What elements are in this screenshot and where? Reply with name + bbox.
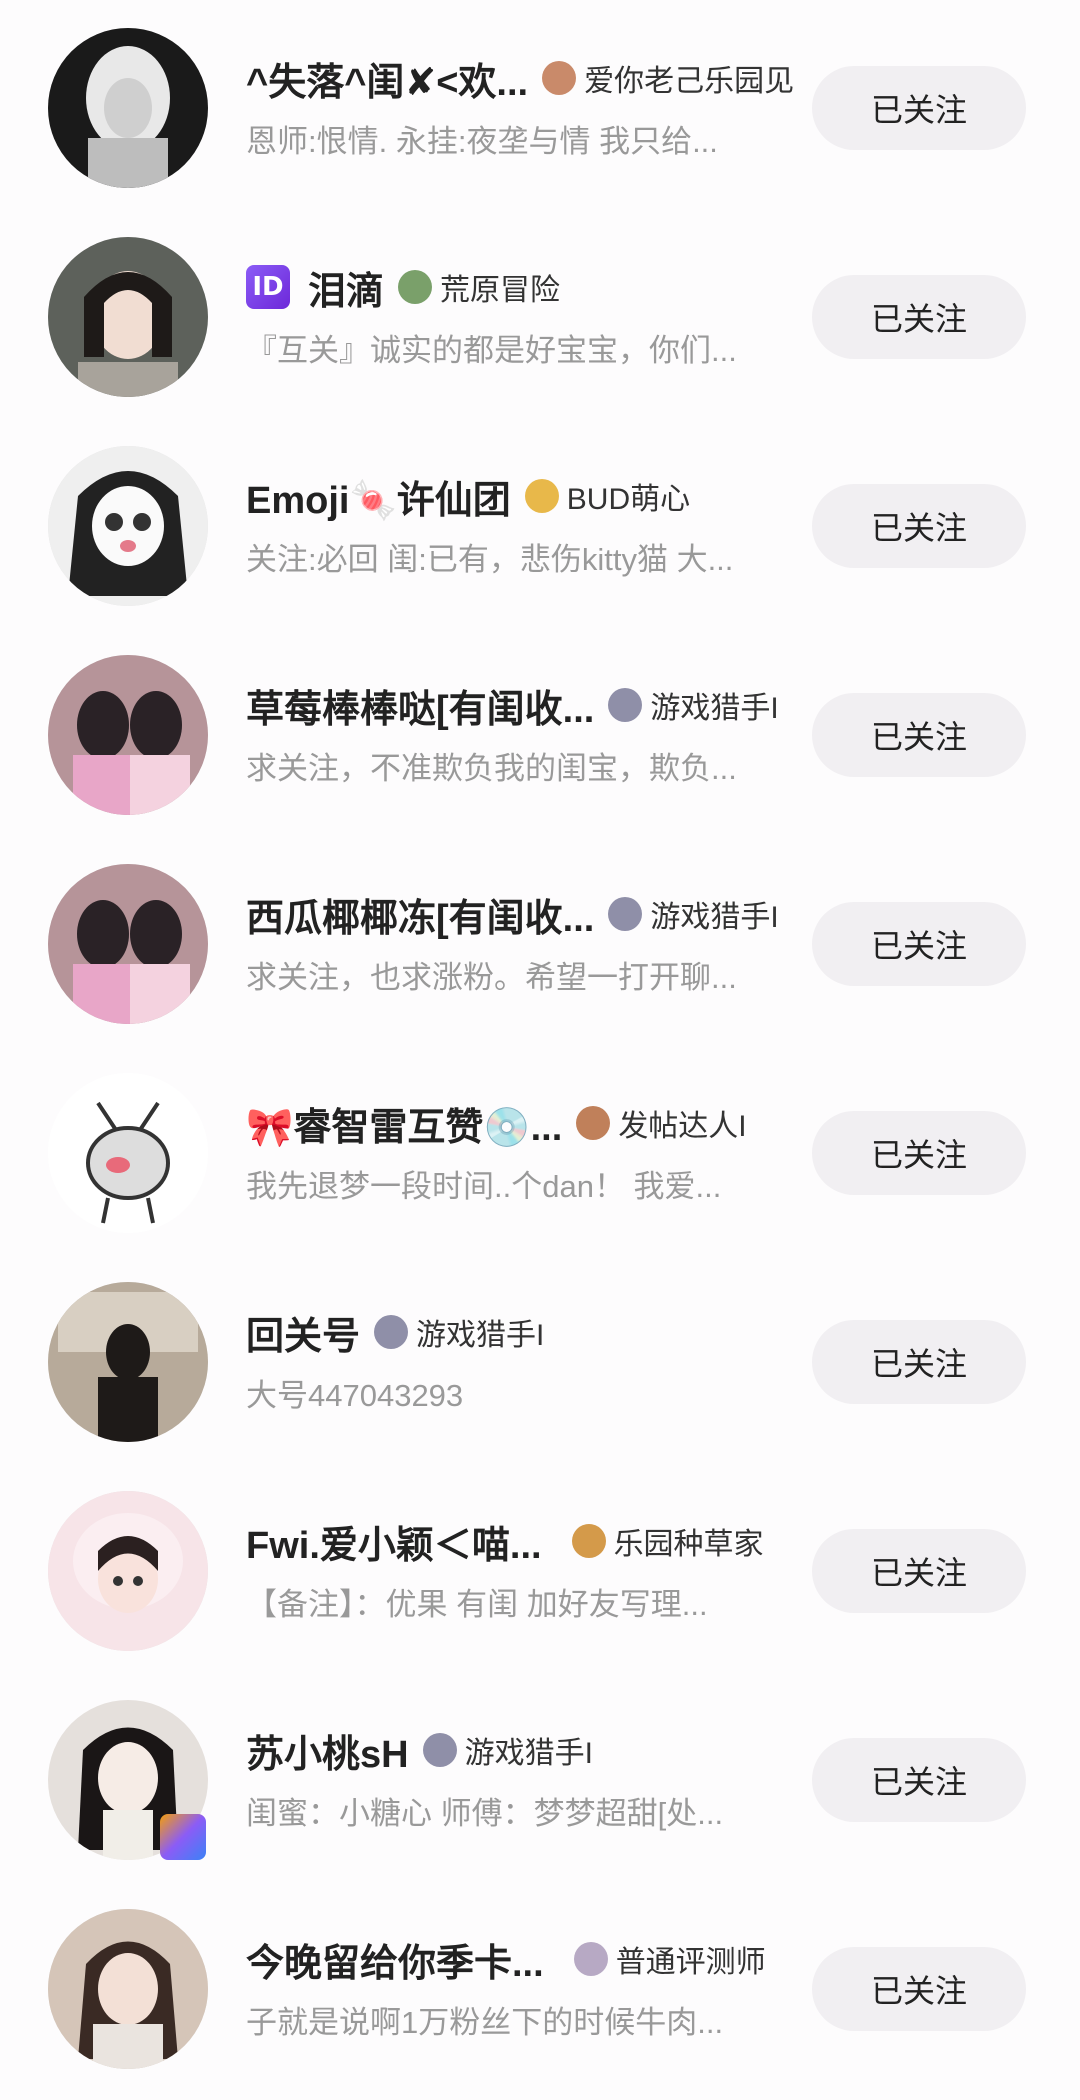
list-item[interactable]: Fwi.爱小颖＜喵... 乐园种草家 【备注】：优果 有闺 加好友写理... 已… (0, 1463, 1080, 1673)
user-bio: 求关注，也求涨粉。希望一打开聊... (246, 960, 737, 995)
list-item[interactable]: 苏小桃sH 游戏猎手I 闺蜜：小糖心 师傅：梦梦超甜[处... 已关注 (0, 1672, 1080, 1882)
username[interactable]: Emoji🍬许仙团 (246, 469, 511, 524)
user-title: BUD萌心 (524, 474, 690, 518)
user-title: 发帖达人I (576, 1101, 747, 1145)
user-title: 普通评测师 (573, 1937, 766, 1981)
avatar[interactable] (48, 237, 208, 397)
username[interactable]: 草莓棒棒哒[有闺收... (246, 678, 594, 733)
avatar[interactable] (48, 446, 208, 606)
list-item[interactable]: ^失落^闺✘<欢... 爱你老己乐园见 恩师:恨情. 永挂:夜垄与情 我只给..… (0, 0, 1080, 210)
user-bio: 【备注】：优果 有闺 加好友写理... (246, 1587, 708, 1622)
list-item[interactable]: 西瓜椰椰冻[有闺收... 游戏猎手I 求关注，也求涨粉。希望一打开聊... 已关… (0, 836, 1080, 1046)
title-badge-icon (571, 1524, 606, 1558)
following-button[interactable]: 已关注 (812, 275, 1026, 359)
list-item[interactable]: ID 泪滴 荒原冒险 『互关』诚实的都是好宝宝，你们... 已关注 (0, 209, 1080, 419)
username[interactable]: 今晚留给你季卡... (246, 1932, 544, 1987)
username[interactable]: 泪滴 (308, 260, 384, 315)
avatar[interactable] (48, 1491, 208, 1651)
user-bio: 恩师:恨情. 永挂:夜垄与情 我只给... (246, 124, 718, 159)
name-line: 回关号 游戏猎手I (246, 1302, 806, 1362)
user-bio: 我先退梦一段时间..个dan！ 我爱... (246, 1169, 722, 1204)
following-button[interactable]: 已关注 (812, 693, 1026, 777)
username[interactable]: 回关号 (246, 1305, 360, 1360)
user-title: 荒原冒险 (398, 265, 560, 309)
following-list: ^失落^闺✘<欢... 爱你老己乐园见 恩师:恨情. 永挂:夜垄与情 我只给..… (0, 0, 1080, 2100)
name-line: 苏小桃sH 游戏猎手I (246, 1720, 806, 1780)
following-button[interactable]: 已关注 (812, 1320, 1026, 1404)
name-line: Emoji🍬许仙团 BUD萌心 (246, 466, 806, 526)
avatar[interactable] (48, 28, 208, 188)
name-line: 🎀睿智雷互赞💿... 发帖达人I (246, 1093, 806, 1153)
user-bio: 关注:必回 闺:已有，悲伤kitty猫 大... (246, 542, 734, 577)
name-line: 今晚留给你季卡... 普通评测师 (246, 1929, 806, 1989)
user-title: 游戏猎手I (374, 1310, 544, 1354)
id-badge-icon: ID (246, 265, 290, 309)
list-item[interactable]: 🎀睿智雷互赞💿... 发帖达人I 我先退梦一段时间..个dan！ 我爱... 已… (0, 1045, 1080, 1255)
following-button[interactable]: 已关注 (812, 66, 1026, 150)
title-badge-icon (573, 1942, 608, 1976)
title-badge-icon (576, 1106, 611, 1140)
list-item[interactable]: 今晚留给你季卡... 普通评测师 子就是说啊1万粉丝下的时候牛肉... 已关注 (0, 1881, 1080, 2091)
list-item[interactable]: 回关号 游戏猎手I 大号447043293 已关注 (0, 1254, 1080, 1464)
following-button[interactable]: 已关注 (812, 484, 1026, 568)
user-bio: 子就是说啊1万粉丝下的时候牛肉... (246, 2005, 724, 2040)
username[interactable]: 🎀睿智雷互赞💿... (246, 1096, 562, 1151)
avatar[interactable] (48, 1282, 208, 1442)
avatar[interactable] (48, 1073, 208, 1233)
following-button[interactable]: 已关注 (812, 1111, 1026, 1195)
user-bio: 闺蜜：小糖心 师傅：梦梦超甜[处... (246, 1796, 724, 1831)
following-button[interactable]: 已关注 (812, 902, 1026, 986)
avatar[interactable] (48, 1909, 208, 2069)
user-bio: 『互关』诚实的都是好宝宝，你们... (246, 333, 737, 368)
avatar[interactable] (48, 864, 208, 1024)
name-line: ^失落^闺✘<欢... 爱你老己乐园见 (246, 48, 806, 108)
name-line: Fwi.爱小颖＜喵... 乐园种草家 (246, 1511, 806, 1571)
list-item[interactable]: Emoji🍬许仙团 BUD萌心 关注:必回 闺:已有，悲伤kitty猫 大...… (0, 418, 1080, 628)
user-title: 游戏猎手I (422, 1728, 593, 1772)
title-badge-icon (608, 897, 643, 931)
vip-badge-icon (160, 1814, 206, 1860)
following-button[interactable]: 已关注 (812, 1529, 1026, 1613)
following-button[interactable]: 已关注 (812, 1947, 1026, 2031)
user-title: 游戏猎手I (608, 683, 779, 727)
title-badge-icon (524, 479, 559, 513)
name-line: ID 泪滴 荒原冒险 (246, 257, 806, 317)
name-line: 西瓜椰椰冻[有闺收... 游戏猎手I (246, 884, 806, 944)
username[interactable]: 苏小桃sH (246, 1723, 409, 1778)
name-line: 草莓棒棒哒[有闺收... 游戏猎手I (246, 675, 806, 735)
avatar[interactable] (48, 655, 208, 815)
user-title: 爱你老己乐园见 (542, 56, 794, 100)
following-button[interactable]: 已关注 (812, 1738, 1026, 1822)
avatar[interactable] (48, 1700, 208, 1860)
username[interactable]: 西瓜椰椰冻[有闺收... (246, 887, 594, 942)
title-badge-icon (542, 61, 577, 95)
title-badge-icon (398, 270, 433, 304)
title-badge-icon (374, 1315, 409, 1349)
title-badge-icon (422, 1733, 457, 1767)
user-bio: 求关注，不准欺负我的闺宝，欺负... (246, 751, 737, 786)
list-item[interactable]: 草莓棒棒哒[有闺收... 游戏猎手I 求关注，不准欺负我的闺宝，欺负... 已关… (0, 627, 1080, 837)
title-badge-icon (608, 688, 643, 722)
user-title: 乐园种草家 (571, 1519, 764, 1563)
username[interactable]: Fwi.爱小颖＜喵... (246, 1514, 542, 1569)
username[interactable]: ^失落^闺✘<欢... (246, 51, 528, 106)
user-bio: 大号447043293 (246, 1378, 464, 1413)
user-title: 游戏猎手I (608, 892, 779, 936)
